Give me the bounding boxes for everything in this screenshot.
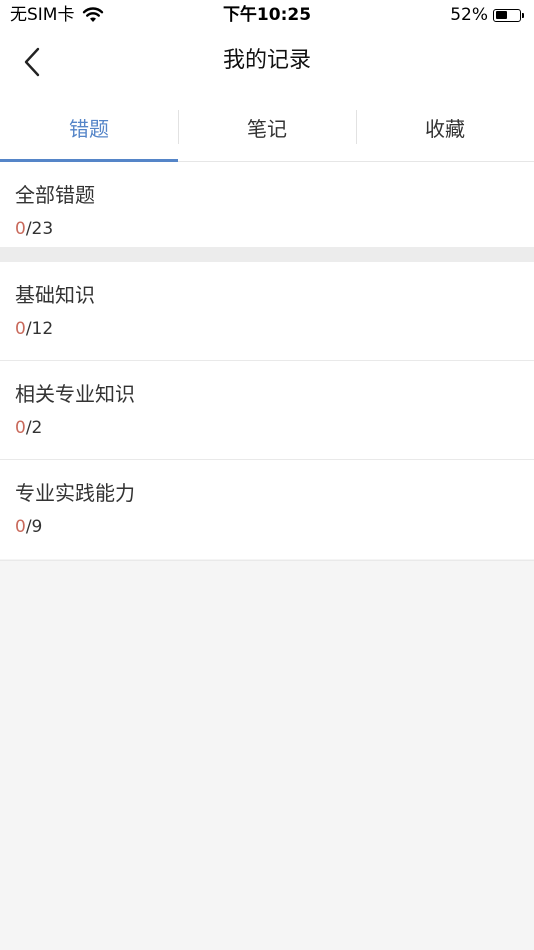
item-title: 基础知识	[15, 283, 95, 307]
page-title: 我的记录	[222, 48, 311, 73]
item-count: 0/9	[15, 516, 519, 538]
done-count: 0	[15, 319, 26, 339]
battery-level	[495, 11, 507, 19]
all-wrong-questions-item[interactable]: 全部错题 0/23	[0, 162, 534, 247]
navigation-bar: 我的记录	[0, 30, 534, 94]
list-item[interactable]: 基础知识 0/12	[0, 262, 534, 361]
item-title: 全部错题	[15, 183, 95, 207]
status-bar: 无SIM卡 下午10:25 52%	[0, 0, 534, 30]
total-count: /2	[25, 418, 43, 438]
tab-notes[interactable]: 笔记	[178, 94, 356, 161]
list-bottom-border	[0, 560, 534, 561]
section-divider	[0, 247, 534, 262]
item-title: 相关专业知识	[15, 382, 135, 406]
battery-tip	[522, 12, 524, 18]
summary-group: 全部错题 0/23	[0, 162, 534, 247]
record-tabs: 错题 笔记 收藏	[0, 94, 534, 162]
battery-icon	[493, 8, 521, 22]
list-item[interactable]: 相关专业知识 0/2	[0, 361, 534, 460]
item-title: 专业实践能力	[15, 481, 135, 505]
category-list: 基础知识 0/12 相关专业知识 0/2 专业实践能力 0/9	[0, 262, 534, 559]
total-count: /12	[25, 319, 54, 339]
tab-favorites[interactable]: 收藏	[356, 94, 534, 161]
done-count: 0	[15, 418, 26, 438]
tab-wrong-questions[interactable]: 错题	[0, 94, 178, 162]
done-count: 0	[15, 517, 26, 537]
done-count: 0	[15, 219, 26, 239]
battery-group: 52%	[450, 4, 524, 26]
total-count: /23	[25, 219, 54, 239]
list-item[interactable]: 专业实践能力 0/9	[0, 460, 534, 559]
item-count: 0/2	[15, 417, 519, 439]
item-count: 0/12	[15, 318, 519, 340]
item-count: 0/23	[15, 218, 519, 240]
total-count: /9	[25, 517, 43, 537]
battery-percent: 52%	[450, 5, 488, 25]
